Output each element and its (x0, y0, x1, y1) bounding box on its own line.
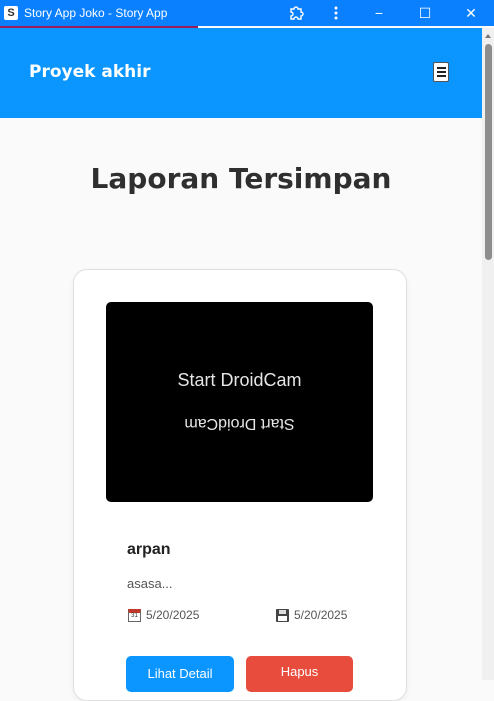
window-title: Story App Joko - Story App (24, 6, 168, 20)
delete-button[interactable]: Hapus (246, 656, 353, 692)
maximize-button[interactable]: ☐ (402, 0, 448, 26)
puzzle-icon[interactable] (276, 0, 316, 26)
view-detail-button[interactable]: Lihat Detail (126, 656, 234, 692)
minimize-button[interactable]: − (356, 0, 402, 26)
story-image: Start DroidCam Start DroidCam (106, 302, 373, 502)
app-header: Proyek akhir (0, 28, 482, 118)
story-description: asasa... (127, 576, 173, 591)
more-vertical-icon[interactable] (316, 0, 356, 26)
floppy-disk-icon (276, 608, 289, 622)
hamburger-icon[interactable] (433, 62, 449, 82)
page-scrollbar[interactable] (482, 28, 494, 680)
app-icon: S (4, 6, 18, 20)
image-text: Start DroidCam (177, 370, 302, 390)
saved-story-card: Start DroidCam Start DroidCam arpan asas… (73, 269, 407, 701)
scrollbar-thumb[interactable] (485, 44, 492, 260)
created-date: 31 5/20/2025 (128, 608, 199, 622)
created-date-text: 5/20/2025 (146, 608, 200, 622)
story-name: arpan (127, 541, 171, 558)
brand-title[interactable]: Proyek akhir (29, 62, 150, 82)
window-titlebar: S Story App Joko - Story App − ☐ ✕ (0, 0, 494, 26)
image-text-mirrored: Start DroidCam (184, 415, 295, 432)
saved-date: 5/20/2025 (276, 608, 347, 622)
scroll-up-arrow-icon[interactable] (485, 34, 491, 38)
saved-date-text: 5/20/2025 (294, 608, 348, 622)
page-title: Laporan Tersimpan (90, 162, 392, 195)
close-button[interactable]: ✕ (448, 0, 494, 26)
calendar-icon: 31 (128, 608, 141, 622)
